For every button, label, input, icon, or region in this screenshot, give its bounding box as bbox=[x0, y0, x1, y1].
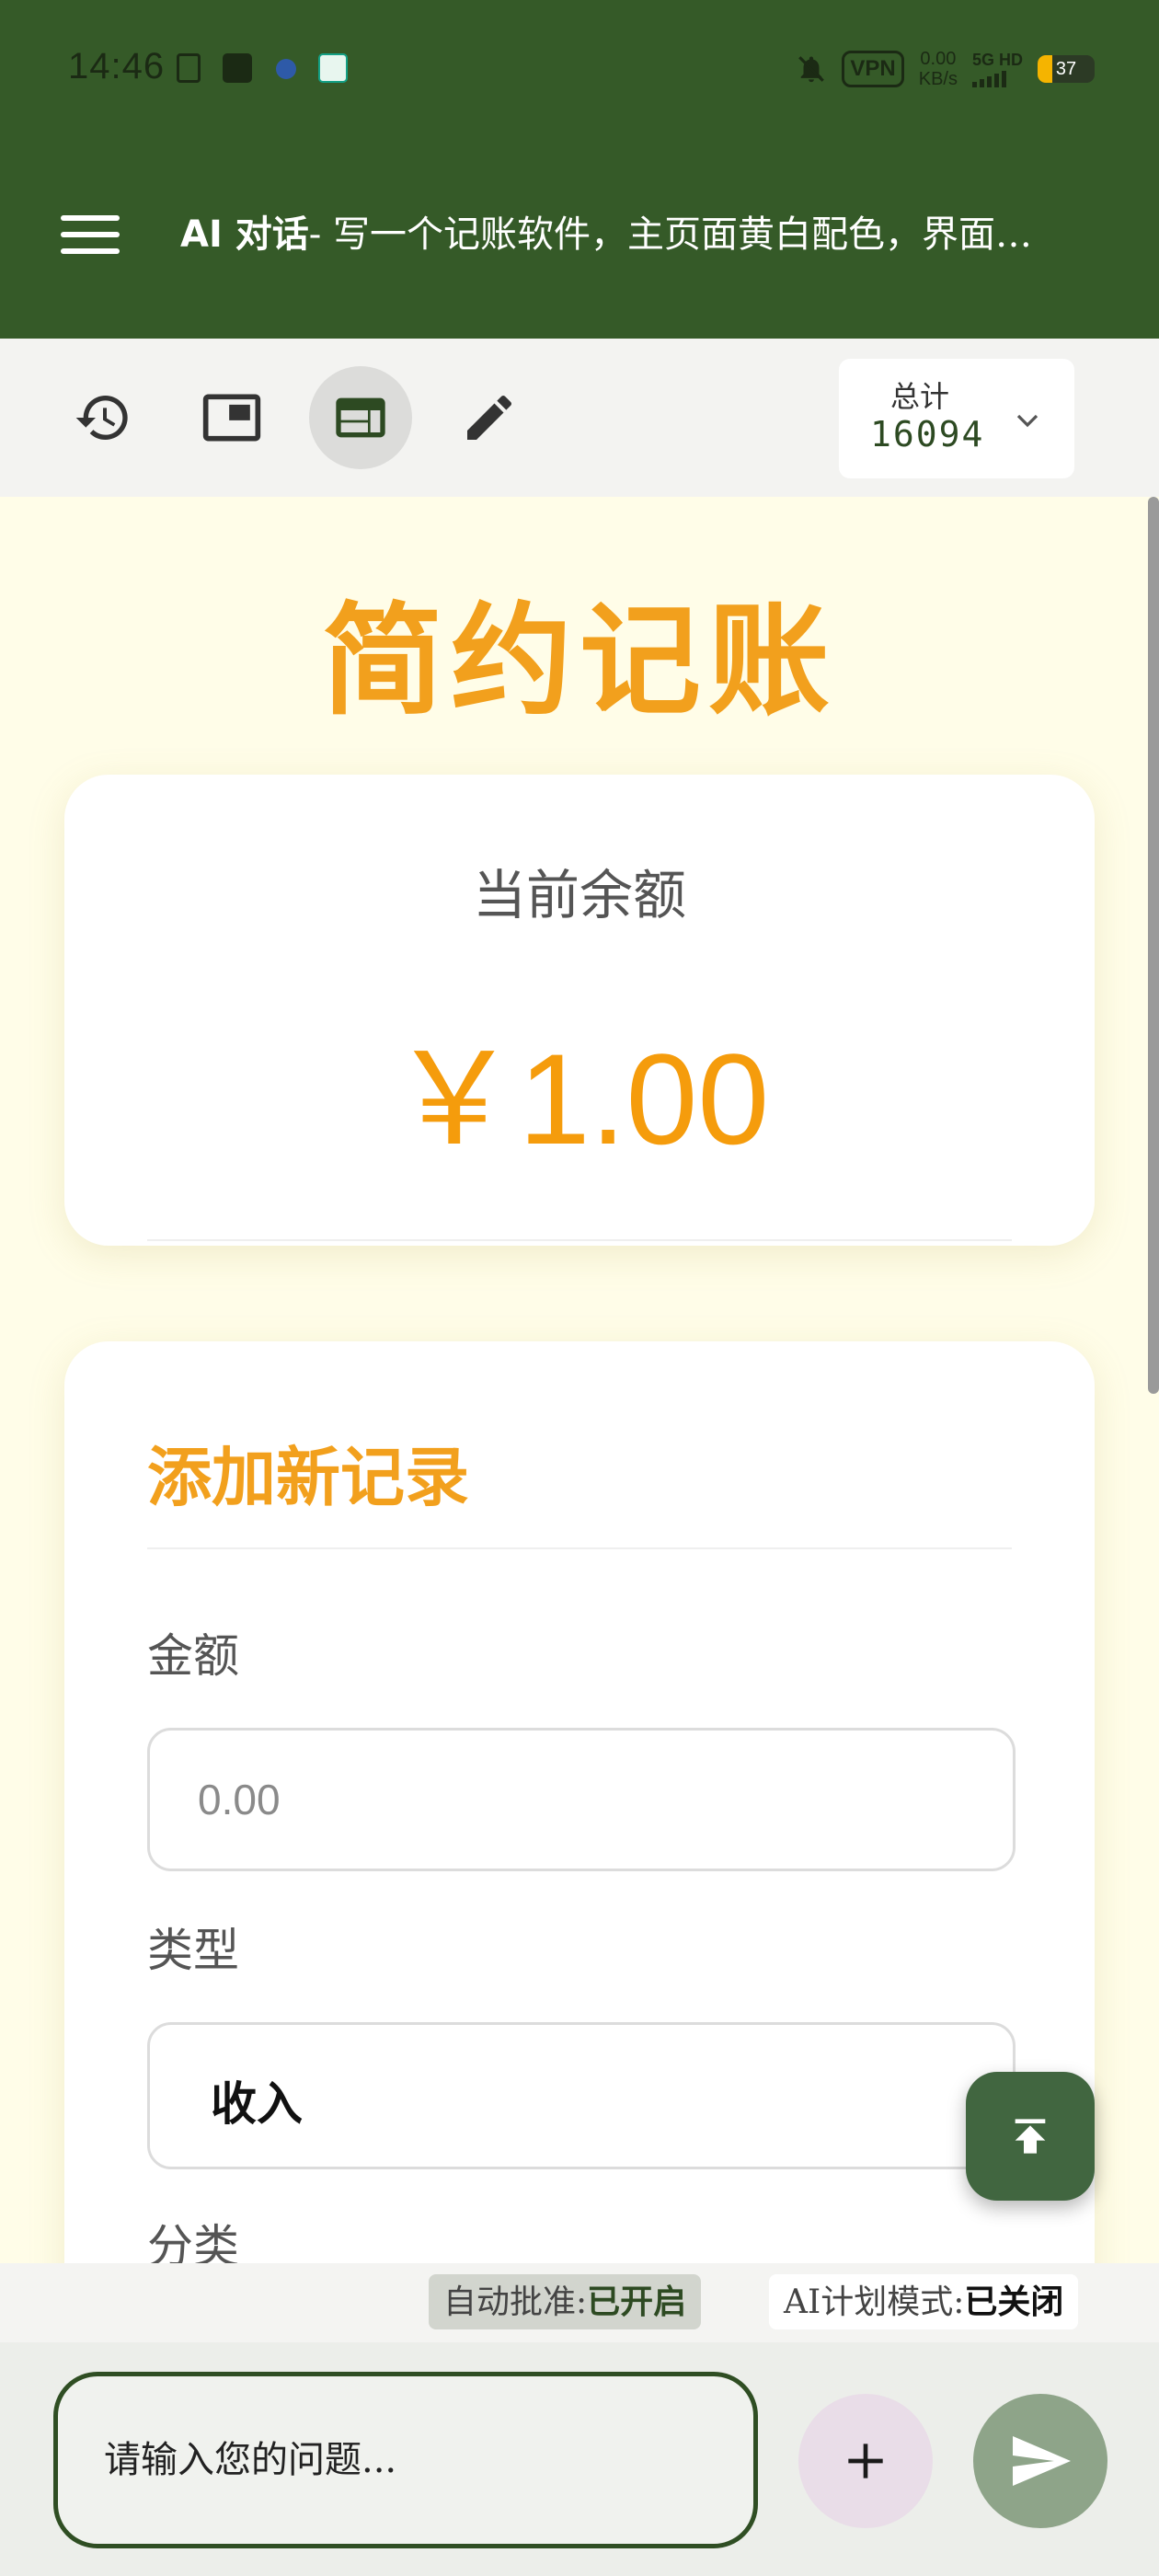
pencil-icon bbox=[467, 395, 512, 440]
amount-input[interactable] bbox=[147, 1728, 1016, 1871]
network-speed-unit: KB/s bbox=[918, 69, 958, 89]
menu-button[interactable] bbox=[61, 215, 120, 258]
add-button[interactable] bbox=[798, 2394, 933, 2528]
signal-bars-icon bbox=[971, 69, 1023, 87]
category-label: 分类 bbox=[147, 2220, 239, 2263]
balance-label: 当前余额 bbox=[472, 864, 686, 926]
chat-input[interactable] bbox=[53, 2372, 758, 2548]
notification-card-icon bbox=[223, 53, 252, 83]
webview-content: 简约记账 当前余额 ￥1.00 添加新记录 金额 类型 收入 分类 bbox=[0, 497, 1159, 2263]
app-title-subtitle: - 写一个记账软件，主页面黄白配色，界面… bbox=[308, 213, 1032, 256]
upload-button[interactable] bbox=[966, 2072, 1095, 2201]
edit-button[interactable] bbox=[438, 366, 541, 469]
type-select[interactable]: 收入 bbox=[147, 2022, 1016, 2169]
hamburger-icon bbox=[61, 215, 120, 221]
scrollbar[interactable] bbox=[1148, 497, 1159, 1394]
amount-label: 金额 bbox=[147, 1629, 239, 1683]
type-label: 类型 bbox=[147, 1924, 239, 1977]
status-time: 14:46 bbox=[68, 46, 166, 86]
vpn-badge: VPN bbox=[842, 51, 904, 87]
auto-approve-label: 自动批准: bbox=[443, 2283, 588, 2321]
upload-icon bbox=[1015, 2119, 1046, 2154]
web-layout-icon bbox=[336, 397, 385, 438]
total-label: 总计 bbox=[890, 379, 950, 414]
picture-in-picture-button[interactable] bbox=[180, 366, 283, 469]
signal-group: 5G HD bbox=[971, 51, 1023, 87]
plan-mode-value: 已关闭 bbox=[964, 2283, 1064, 2321]
send-button[interactable] bbox=[973, 2394, 1107, 2528]
form-title: 添加新记录 bbox=[147, 1439, 469, 1515]
divider bbox=[147, 1547, 1012, 1549]
app-title-main: AI 对话 bbox=[180, 213, 309, 256]
divider bbox=[147, 1239, 1012, 1241]
notification-file-icon bbox=[177, 53, 201, 83]
mute-bell-icon bbox=[798, 56, 825, 83]
history-button[interactable] bbox=[52, 366, 155, 469]
auto-approve-value: 已开启 bbox=[587, 2283, 687, 2321]
chat-input-bar bbox=[0, 2342, 1159, 2576]
history-icon bbox=[75, 396, 128, 441]
toolbar: 总计 16094 bbox=[0, 339, 1159, 497]
balance-value: ￥1.00 bbox=[389, 1027, 770, 1171]
plus-icon bbox=[848, 2444, 883, 2478]
app-title: AI 对话- 写一个记账软件，主页面黄白配色，界面… bbox=[180, 204, 1119, 258]
plan-mode-label: AI计划模式: bbox=[784, 2283, 965, 2321]
mode-status-row: 自动批准:已开启 AI计划模式:已关闭 bbox=[0, 2263, 1159, 2342]
layout-view-button[interactable] bbox=[309, 366, 412, 469]
balance-card: 当前余额 ￥1.00 bbox=[64, 775, 1095, 1246]
page-title: 简约记账 bbox=[322, 590, 837, 732]
chevron-down-icon bbox=[1016, 414, 1039, 428]
add-record-card: 添加新记录 金额 类型 收入 分类 bbox=[64, 1341, 1095, 2263]
auto-approve-toggle[interactable]: 自动批准:已开启 bbox=[429, 2274, 702, 2329]
type-select-value: 收入 bbox=[211, 2076, 303, 2131]
plan-mode-toggle[interactable]: AI计划模式:已关闭 bbox=[769, 2274, 1079, 2329]
network-type: 5G HD bbox=[971, 51, 1023, 69]
notification-app-icon bbox=[276, 59, 296, 79]
total-selector[interactable]: 总计 16094 bbox=[839, 359, 1074, 478]
battery-icon: 37 bbox=[1038, 55, 1095, 83]
notification-bank-icon bbox=[318, 53, 348, 83]
status-right-group: VPN 0.00 KB/s 5G HD 37 bbox=[796, 48, 1095, 90]
picture-in-picture-icon bbox=[202, 394, 261, 442]
network-speed-value: 0.00 bbox=[920, 49, 957, 69]
battery-level: 37 bbox=[1055, 59, 1077, 79]
send-icon bbox=[1013, 2436, 1071, 2486]
network-speed: 0.00 KB/s bbox=[919, 49, 958, 89]
app-header: 14:46 VPN 0.00 KB/s 5G HD 37 AI 对话- 写一个记 bbox=[0, 0, 1159, 339]
total-value: 16094 bbox=[870, 414, 985, 454]
